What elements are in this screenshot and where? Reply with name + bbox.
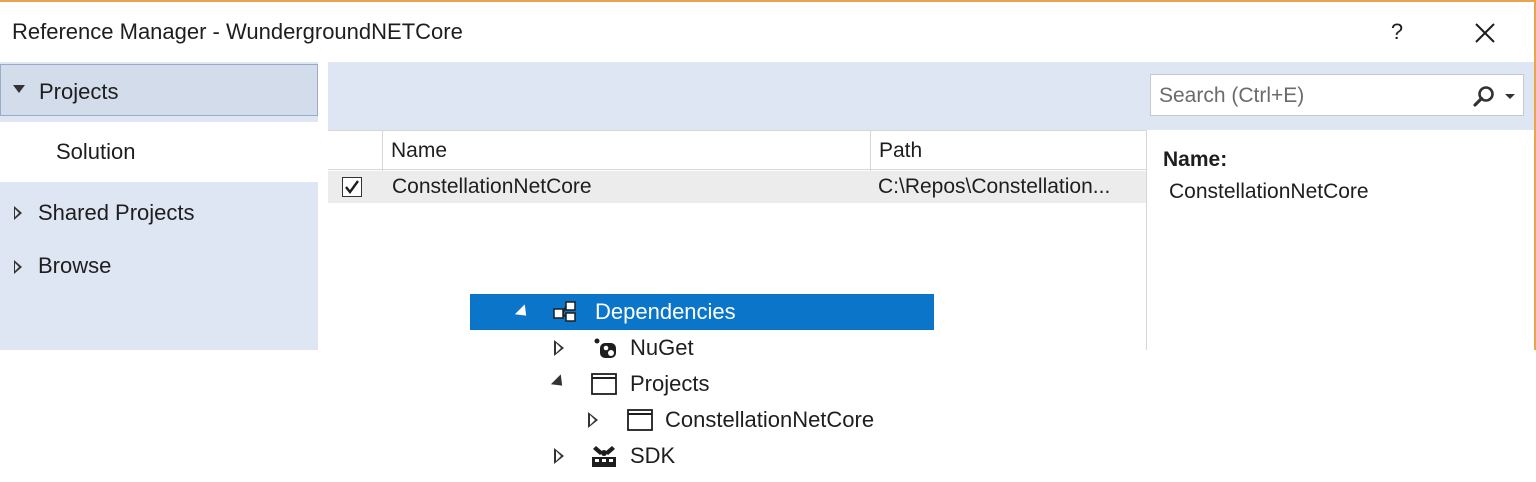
help-button[interactable]: ? bbox=[1380, 14, 1414, 50]
column-header-path[interactable]: Path bbox=[870, 131, 1146, 171]
chevron-down-icon[interactable] bbox=[1505, 94, 1515, 99]
checkmark-icon bbox=[345, 180, 359, 194]
expand-arrow-icon[interactable] bbox=[554, 340, 564, 356]
window-title: Reference Manager - WundergroundNETCore bbox=[12, 19, 463, 44]
collapse-arrow-icon[interactable] bbox=[13, 85, 25, 93]
search-box[interactable] bbox=[1150, 74, 1524, 116]
nav-item-label: Solution bbox=[56, 139, 136, 164]
title-bar: Reference Manager - WundergroundNETCore … bbox=[0, 2, 1534, 62]
project-window-icon bbox=[591, 373, 617, 395]
column-header-name[interactable]: Name bbox=[382, 131, 870, 171]
nuget-icon bbox=[594, 338, 616, 358]
details-label: Name: bbox=[1163, 148, 1228, 171]
expand-arrow-icon[interactable] bbox=[14, 260, 22, 274]
cell-path: C:\Repos\Constellation... bbox=[878, 175, 1111, 198]
tree-node-nuget[interactable]: NuGet bbox=[470, 330, 934, 366]
sdk-icon bbox=[592, 446, 616, 467]
tree-node-constellationnetcore[interactable]: ConstellationNetCore bbox=[470, 402, 934, 438]
nav-item-label: Projects bbox=[39, 79, 119, 104]
tree-node-label: NuGet bbox=[630, 335, 694, 360]
collapse-arrow-icon[interactable] bbox=[550, 374, 568, 391]
grid-header: Name Path bbox=[328, 130, 1146, 171]
search-icon[interactable] bbox=[1471, 84, 1497, 110]
reference-checkbox[interactable] bbox=[342, 177, 362, 197]
tree-node-label: ConstellationNetCore bbox=[665, 407, 875, 432]
tree-node-projects[interactable]: Projects bbox=[470, 366, 934, 402]
nav-item-shared-projects[interactable]: Shared Projects bbox=[0, 194, 318, 234]
search-input[interactable] bbox=[1159, 83, 1459, 109]
tree-node-label: SDK bbox=[630, 443, 676, 468]
details-value: ConstellationNetCore bbox=[1169, 180, 1369, 203]
close-button[interactable] bbox=[1466, 14, 1504, 52]
tree-node-sdk[interactable]: SDK bbox=[470, 438, 934, 474]
column-header-check[interactable] bbox=[328, 131, 382, 171]
details-pane: Name: ConstellationNetCore bbox=[1146, 130, 1534, 350]
expand-arrow-icon[interactable] bbox=[14, 206, 22, 220]
nav-item-browse[interactable]: Browse bbox=[0, 248, 318, 288]
nav-item-label: Shared Projects bbox=[38, 200, 195, 225]
table-row[interactable]: ConstellationNetCore C:\Repos\Constellat… bbox=[328, 171, 1146, 203]
category-nav: Projects Solution Shared Projects Browse bbox=[0, 62, 318, 350]
nav-item-solution[interactable]: Solution bbox=[0, 122, 318, 182]
tree-node-label: Dependencies bbox=[595, 299, 736, 324]
nav-item-label: Browse bbox=[38, 253, 112, 278]
nav-item-projects[interactable]: Projects bbox=[0, 64, 318, 116]
expand-arrow-icon[interactable] bbox=[588, 412, 598, 428]
expand-arrow-icon[interactable] bbox=[554, 448, 564, 464]
cell-name: ConstellationNetCore bbox=[392, 175, 592, 198]
dependencies-icon bbox=[553, 301, 576, 322]
solution-explorer-tree: Dependencies NuGet Projects Constellatio… bbox=[470, 292, 940, 482]
project-window-icon bbox=[627, 409, 653, 431]
tree-node-dependencies[interactable]: Dependencies bbox=[470, 294, 934, 330]
tree-node-label: Projects bbox=[630, 371, 710, 396]
search-toolbar bbox=[328, 62, 1534, 130]
close-icon bbox=[1475, 23, 1495, 43]
collapse-arrow-icon[interactable] bbox=[514, 304, 532, 321]
